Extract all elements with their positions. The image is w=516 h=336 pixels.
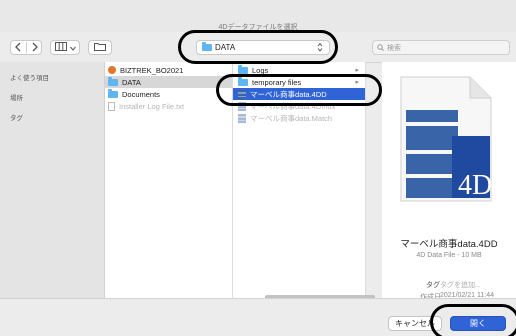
list-item-label: DATA <box>122 77 141 87</box>
list-item-label: temporary files <box>252 77 302 87</box>
back-forward-control <box>10 40 42 55</box>
list-item[interactable]: Installer Log File.txt <box>105 100 232 112</box>
file-column-1: BIZTREK_BO2021 DATA Documents Installer … <box>105 62 233 298</box>
search-icon <box>377 44 384 53</box>
open-button[interactable]: 開く <box>450 316 506 331</box>
list-item-selected[interactable]: DATA <box>105 76 232 88</box>
cancel-button[interactable]: キャンセル <box>388 316 442 331</box>
dialog-title: 4Dデータファイルを選択 <box>218 24 298 31</box>
sidebar-heading-tags: タグ <box>10 115 23 122</box>
column-view-icon <box>54 42 67 53</box>
4d-document-icon: 4D <box>400 76 492 204</box>
list-item-label: BIZTREK_BO2021 <box>120 65 184 75</box>
preview-file-kind: 4D Data File - 10 MB <box>416 252 482 259</box>
open-file-dialog: 4Dデータファイルを選択 DATA 検索 よく使う項目 場所 タグ BIZTRE… <box>0 0 516 336</box>
4d-data-file-icon <box>238 101 246 111</box>
list-item-label: Logs <box>252 65 269 75</box>
search-placeholder: 検索 <box>387 45 401 52</box>
folder-icon <box>238 76 248 86</box>
list-item-label: マーベル商事data.4DIndx <box>250 101 336 111</box>
view-mode-button[interactable] <box>50 40 80 55</box>
disclosure-arrow-icon: ▸ <box>355 79 359 86</box>
preview-pane: 4D マーベル商事data.4DD 4D Data File - 10 MB タ… <box>382 62 516 301</box>
location-popup[interactable]: DATA <box>196 40 330 55</box>
app-icon <box>108 66 116 74</box>
location-label: DATA <box>215 43 236 52</box>
forward-icon[interactable] <box>30 42 39 54</box>
new-folder-icon <box>94 42 106 53</box>
list-item-label: Documents <box>122 89 160 99</box>
sidebar-heading-locations: 場所 <box>10 95 23 102</box>
folder-icon <box>108 76 118 86</box>
document-icon <box>108 101 115 111</box>
footer-bar: キャンセル 開く <box>0 298 516 336</box>
back-icon[interactable] <box>14 42 23 54</box>
tag-input[interactable]: タグを追加... <box>440 280 481 290</box>
list-item[interactable]: BIZTREK_BO2021 <box>105 64 232 76</box>
svg-text:4D: 4D <box>458 170 492 201</box>
disclosure-arrow-icon: ▸ <box>355 67 359 74</box>
list-item-label: マーベル商事data.4DD <box>250 89 327 99</box>
sidebar-heading-favorites: よく使う項目 <box>10 75 49 82</box>
list-item[interactable]: マーベル商事data.4DIndx <box>233 100 365 112</box>
list-item[interactable]: temporary files ▸ <box>233 76 365 88</box>
file-column-2: Logs ▸ temporary files ▸ マーベル商事data.4DD … <box>233 62 366 298</box>
preview-file-name: マーベル商事data.4DD <box>400 239 498 250</box>
folder-icon <box>202 42 216 51</box>
list-item[interactable]: マーベル商事data.Match <box>233 112 365 124</box>
4d-data-file-icon <box>238 113 246 123</box>
sidebar: よく使う項目 場所 タグ <box>0 62 105 298</box>
tag-label: タグ <box>426 282 440 289</box>
new-folder-button[interactable] <box>88 40 112 55</box>
list-item-label: Installer Log File.txt <box>119 101 185 111</box>
folder-icon <box>108 88 118 98</box>
list-item[interactable]: Logs ▸ <box>233 64 365 76</box>
folder-icon <box>238 64 248 74</box>
chevron-down-icon <box>69 43 76 53</box>
list-item-label: マーベル商事data.Match <box>250 113 333 123</box>
list-item[interactable]: Documents <box>105 88 232 100</box>
title-bar: 4Dデータファイルを選択 <box>0 0 516 32</box>
list-item-selected[interactable]: マーベル商事data.4DD <box>233 88 365 100</box>
4d-data-file-icon <box>238 89 246 99</box>
search-field[interactable]: 検索 <box>372 40 510 55</box>
up-down-chevron-icon <box>317 41 323 55</box>
